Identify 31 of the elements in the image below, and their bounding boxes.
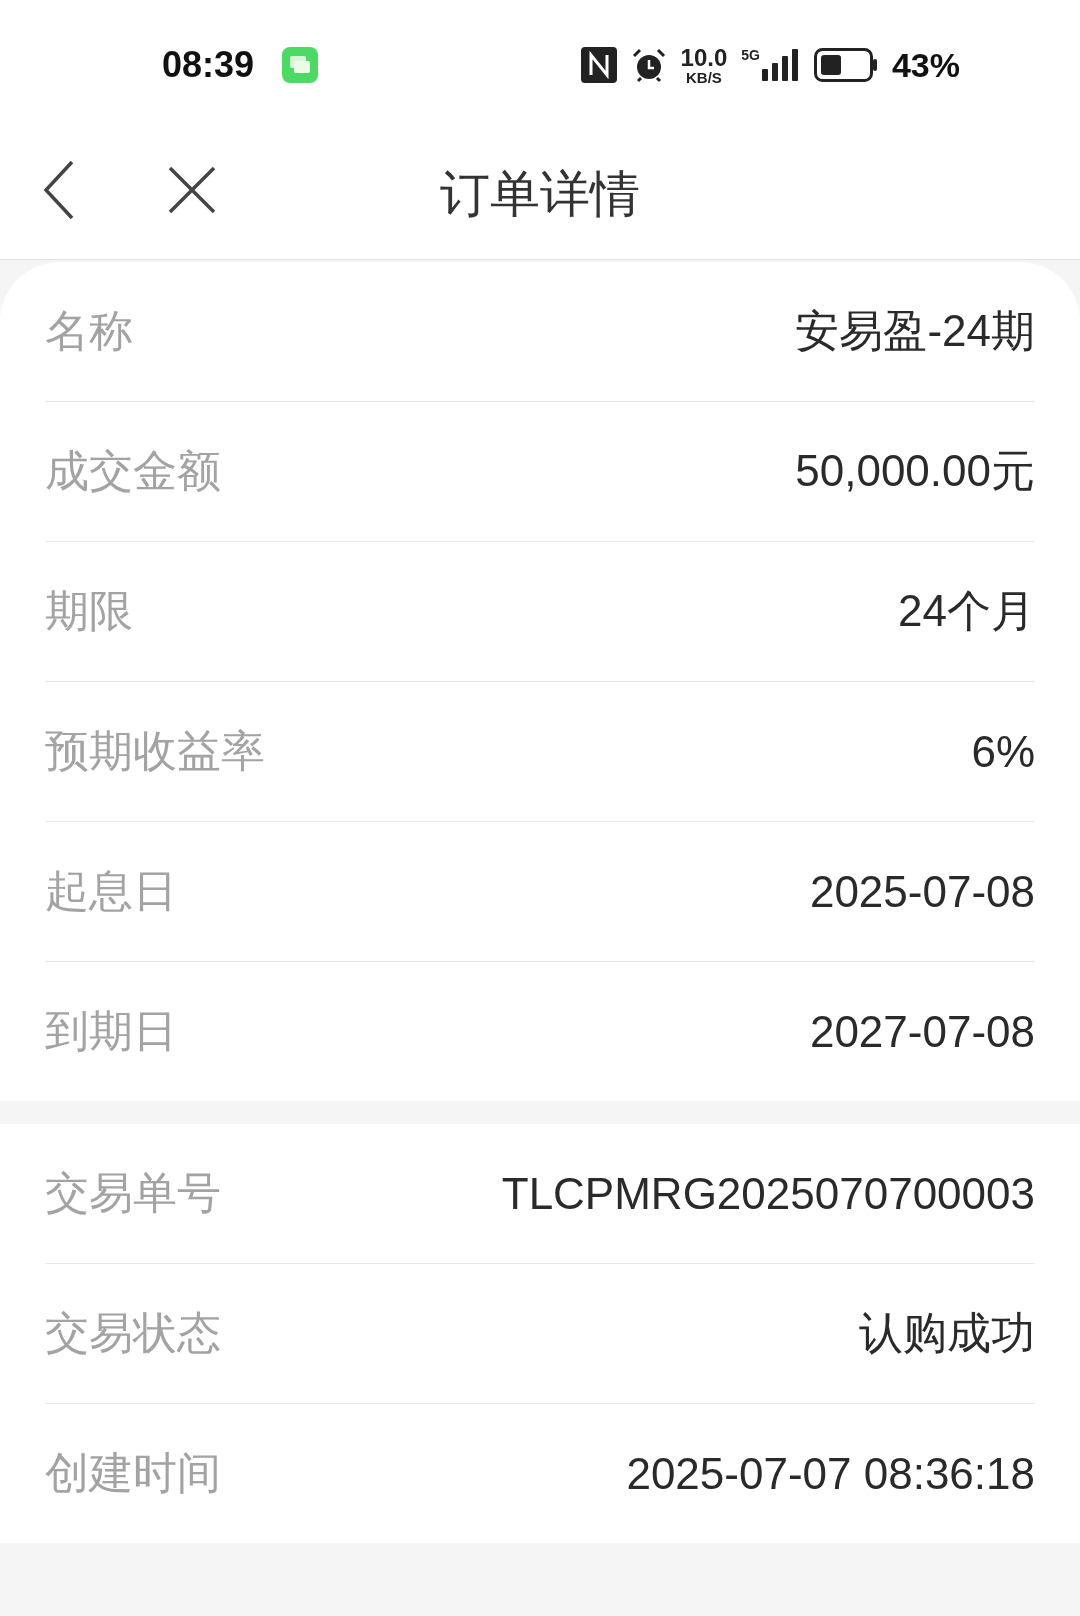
- speed-unit: KB/S: [685, 69, 722, 85]
- field-label: 交易单号: [45, 1166, 221, 1220]
- message-app-icon: [282, 47, 319, 83]
- battery-icon: [813, 48, 878, 82]
- field-label: 期限: [45, 584, 133, 638]
- field-value: 2027-07-08: [809, 1006, 1035, 1057]
- battery-percentage: 43%: [891, 45, 960, 85]
- field-label: 成交金额: [45, 444, 221, 498]
- field-label: 名称: [45, 304, 133, 358]
- field-value: 2025-07-07 08:36:18: [626, 1448, 1035, 1499]
- status-time: 08:39: [162, 44, 255, 86]
- field-value: 50,000.00元: [795, 445, 1035, 497]
- field-label: 创建时间: [45, 1446, 221, 1500]
- field-value: 24个月: [898, 585, 1035, 637]
- nfc-icon: [580, 47, 617, 83]
- field-value: TLCPMRG2025070700003: [501, 1168, 1035, 1219]
- field-value: 2025-07-08: [809, 866, 1035, 917]
- field-label: 预期收益率: [45, 724, 265, 778]
- page-title: 订单详情: [440, 164, 640, 225]
- close-icon[interactable]: [168, 166, 216, 214]
- signal-icon: [759, 47, 800, 83]
- field-label: 起息日: [45, 864, 177, 918]
- field-value: 认购成功: [859, 1307, 1035, 1359]
- field-value: 6%: [971, 726, 1035, 777]
- field-label: 到期日: [45, 1004, 177, 1058]
- network-speed: 10.0: [680, 45, 728, 70]
- alarm-clock-icon: [630, 47, 667, 83]
- back-icon[interactable]: [42, 160, 76, 220]
- field-label: 交易状态: [45, 1306, 221, 1360]
- field-value: 安易盈-24期: [795, 305, 1035, 357]
- network-type: 5G: [741, 47, 760, 63]
